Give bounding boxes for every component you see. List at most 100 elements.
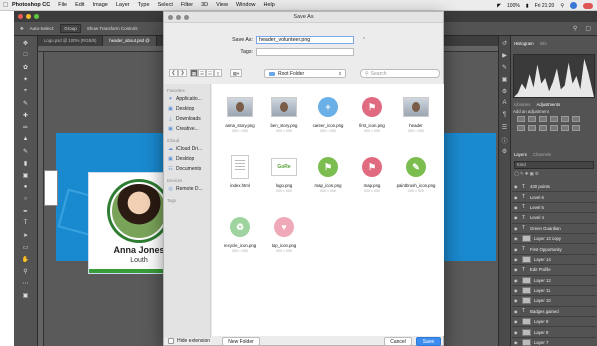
sidebar-item-creative[interactable]: ▣ Creative... [164, 124, 210, 134]
show-transform-checkbox[interactable]: Show Transform Controls [87, 26, 138, 31]
visibility-eye-icon[interactable]: ◉ [514, 309, 519, 314]
icon-view-icon[interactable]: ▦ [190, 69, 198, 77]
more-tools-icon[interactable]: ⋯ [21, 278, 31, 288]
wand-tool-icon[interactable]: ✦ [21, 74, 31, 84]
file-item[interactable]: GoRe logo.png 000 × 000 [262, 150, 306, 210]
properties-icon[interactable]: ☰ [501, 124, 509, 132]
move-tool-icon[interactable]: ✥ [21, 38, 31, 48]
dodge-tool-icon[interactable]: ○ [21, 194, 31, 204]
back-icon[interactable]: ❮ [169, 69, 178, 77]
brush-panel-icon[interactable]: ✎ [501, 64, 509, 72]
visibility-eye-icon[interactable]: ◉ [514, 330, 519, 335]
file-item[interactable]: header 000 × 000 [394, 90, 438, 150]
tab-logo[interactable]: Logo.psd @ 100% (RGB/8) [38, 36, 104, 46]
crop-tool-icon[interactable]: ⌖ [21, 86, 31, 96]
menu-3d[interactable]: 3D [201, 2, 208, 8]
hue-icon[interactable] [572, 116, 580, 122]
visibility-eye-icon[interactable]: ◉ [514, 247, 519, 252]
brightness-icon[interactable] [517, 116, 525, 122]
hide-extension-checkbox[interactable] [168, 338, 174, 344]
file-item[interactable]: ⚑ first_icon.png 000 × 000 [350, 90, 394, 150]
file-item[interactable]: ✎ paintbrush_icon.png 000 × 000 [394, 150, 438, 210]
move-tool-icon[interactable]: ✥ [20, 26, 24, 32]
visibility-eye-icon[interactable]: ◉ [514, 184, 519, 189]
gallery-view-icon[interactable]: ▯ [214, 69, 222, 77]
menu-filter[interactable]: Filter [181, 2, 193, 8]
tags-input[interactable] [256, 48, 354, 56]
pen-tool-icon[interactable]: ✒ [21, 206, 31, 216]
list-view-icon[interactable]: ☰ [198, 69, 206, 77]
folder-select[interactable]: Root Folder ⇕ [264, 69, 346, 78]
layer-row[interactable]: ◉ T 430 points [512, 182, 596, 193]
visibility-eye-icon[interactable]: ◉ [514, 195, 519, 200]
save-as-input[interactable] [256, 36, 354, 44]
wifi-icon[interactable]: ◤ [497, 3, 501, 9]
apple-icon[interactable]:  [3, 2, 12, 9]
tab-histogram[interactable]: Histogram [514, 41, 534, 46]
levels-icon[interactable] [528, 116, 536, 122]
lookup-icon[interactable] [561, 125, 569, 131]
layer-row[interactable]: ◉ Layer 13 copy [512, 234, 596, 245]
color-swatches-icon[interactable]: ▣ [21, 290, 31, 300]
lasso-tool-icon[interactable]: ✿ [21, 62, 31, 72]
workspace-icon[interactable]: ▢ [585, 25, 591, 32]
visibility-eye-icon[interactable]: ◉ [514, 288, 519, 293]
sidebar-item-icloud-drive[interactable]: ☁ iCloud Dri... [164, 144, 210, 154]
type-tool-icon[interactable]: T [21, 218, 31, 228]
battery-percent[interactable]: 100% [507, 3, 520, 9]
layer-row[interactable]: ◉ Layer 11 [512, 286, 596, 297]
new-folder-button[interactable]: New Folder [222, 337, 260, 346]
sidebar-item-desktop[interactable]: ▣ Desktop [164, 104, 210, 114]
file-item[interactable]: ♥ top_icon.png 000 × 000 [262, 210, 306, 270]
blur-tool-icon[interactable]: ● [21, 182, 31, 192]
close-icon[interactable] [18, 14, 23, 19]
save-button[interactable]: Save [416, 337, 441, 346]
hand-tool-icon[interactable]: ✋ [21, 254, 31, 264]
path-select-icon[interactable]: ➤ [21, 230, 31, 240]
tab-info[interactable]: Info [540, 41, 547, 46]
exposure-icon[interactable] [550, 116, 558, 122]
file-item[interactable]: ben_story.png 000 × 000 [262, 90, 306, 150]
shape-tool-icon[interactable]: ▭ [21, 242, 31, 252]
file-item[interactable]: ♻ recycle_icon.png 000 × 000 [218, 210, 262, 270]
menu-image[interactable]: Image [93, 2, 108, 8]
menu-app[interactable]: Photoshop CC [12, 2, 50, 8]
brush-tool-icon[interactable]: ✏ [21, 122, 31, 132]
forward-icon[interactable]: ❯ [178, 69, 187, 77]
tab-adjustments[interactable]: Adjustments [536, 102, 560, 107]
menu-type[interactable]: Type [138, 2, 150, 8]
paragraph-icon[interactable]: ¶ [501, 112, 509, 120]
visibility-eye-icon[interactable]: ◉ [514, 298, 519, 303]
file-item[interactable]: ⚑ map.png 000 × 000 [350, 150, 394, 210]
visibility-eye-icon[interactable]: ◉ [514, 340, 519, 345]
column-view-icon[interactable]: ☷ [206, 69, 214, 77]
expand-chevron-icon[interactable]: ⌃ [360, 36, 368, 44]
visibility-eye-icon[interactable]: ◉ [514, 319, 519, 324]
search-field[interactable]: ⚲ Search [360, 69, 440, 78]
clock[interactable]: Fri 21:20 [535, 3, 555, 9]
visibility-eye-icon[interactable]: ◉ [514, 278, 519, 283]
layer-row[interactable]: ◉ T Edit Profile [512, 265, 596, 276]
visibility-eye-icon[interactable]: ◉ [514, 215, 519, 220]
sidebar-item-icloud-desktop[interactable]: ▣ Desktop [164, 154, 210, 164]
photo-filter-icon[interactable] [539, 125, 547, 131]
search-icon[interactable]: ⚲ [573, 25, 577, 32]
sidebar-item-downloads[interactable]: ⤓ Downloads [164, 114, 210, 124]
visibility-eye-icon[interactable]: ◉ [514, 257, 519, 262]
auto-select-label[interactable]: Auto-Select: [30, 26, 55, 31]
arrange-icon[interactable]: ▦▾ [230, 69, 242, 77]
curves-icon[interactable] [539, 116, 547, 122]
auto-select-dropdown[interactable]: Group [60, 24, 81, 33]
menu-window[interactable]: Window [236, 2, 256, 8]
sidebar-item-remote-disc[interactable]: ◎ Remote D... [164, 184, 210, 194]
file-item[interactable]: anna_story.png 000 × 000 [218, 90, 262, 150]
layer-filter[interactable]: Kind [514, 161, 594, 169]
sidebar-item-applications[interactable]: ✦ Applicatio... [164, 94, 210, 104]
menu-edit[interactable]: Edit [75, 2, 84, 8]
file-item[interactable]: index.html [218, 150, 262, 210]
tab-layers[interactable]: Layers [514, 152, 527, 157]
layer-row[interactable]: ◉ Layer 8 [512, 327, 596, 338]
layer-row[interactable]: ◉ T Level 4 [512, 213, 596, 224]
tab-channels[interactable]: Channels [533, 152, 551, 157]
styles-icon[interactable]: ⚙ [501, 88, 509, 96]
